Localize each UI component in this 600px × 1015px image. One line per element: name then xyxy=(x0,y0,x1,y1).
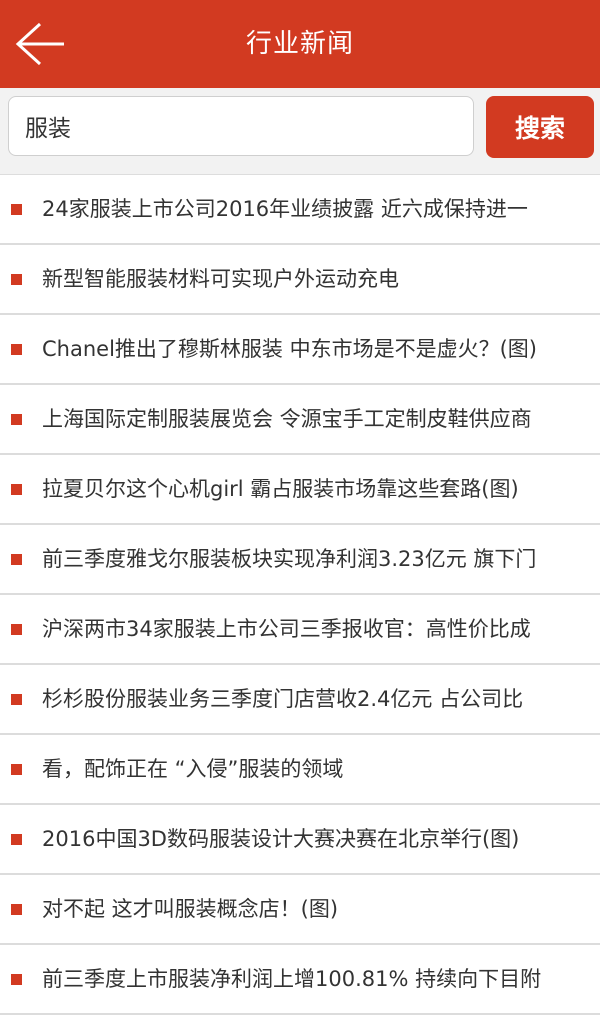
app-header: 行业新闻 xyxy=(0,0,600,88)
news-item[interactable]: 2016中国3D数码服装设计大赛决赛在北京举行(图) xyxy=(0,805,600,875)
square-bullet-icon xyxy=(11,904,22,915)
square-bullet-icon xyxy=(11,974,22,985)
news-title: 沪深两市34家服装上市公司三季报收官：高性价比成 xyxy=(42,617,531,641)
square-bullet-icon xyxy=(11,624,22,635)
square-bullet-icon xyxy=(11,274,22,285)
news-title: 新型智能服装材料可实现户外运动充电 xyxy=(42,267,399,291)
news-title: 前三季度雅戈尔服装板块实现净利润3.23亿元 旗下门 xyxy=(42,547,537,571)
news-title: 杉杉股份服装业务三季度门店营收2.4亿元 占公司比 xyxy=(42,687,524,711)
news-item[interactable]: 沪深两市34家服装上市公司三季报收官：高性价比成 xyxy=(0,595,600,665)
square-bullet-icon xyxy=(11,694,22,705)
news-title: 看，配饰正在 “入侵”服装的领域 xyxy=(42,757,344,781)
square-bullet-icon xyxy=(11,344,22,355)
news-item[interactable]: 杉杉股份服装业务三季度门店营收2.4亿元 占公司比 xyxy=(0,665,600,735)
page-title: 行业新闻 xyxy=(245,29,354,59)
back-button[interactable] xyxy=(14,22,66,66)
news-item[interactable]: 拉夏贝尔这个心机girl 霸占服装市场靠这些套路(图) xyxy=(0,455,600,525)
square-bullet-icon xyxy=(11,484,22,495)
search-bar: 搜索 xyxy=(0,88,600,175)
news-title: 上海国际定制服装展览会 令源宝手工定制皮鞋供应商 xyxy=(42,407,532,431)
news-list: 24家服装上市公司2016年业绩披露 近六成保持进一 新型智能服装材料可实现户外… xyxy=(0,175,600,1015)
news-title: 24家服装上市公司2016年业绩披露 近六成保持进一 xyxy=(42,197,528,221)
news-item[interactable]: 上海国际定制服装展览会 令源宝手工定制皮鞋供应商 xyxy=(0,385,600,455)
square-bullet-icon xyxy=(11,764,22,775)
square-bullet-icon xyxy=(11,554,22,565)
news-title: Chanel推出了穆斯林服装 中东市场是不是虚火？(图) xyxy=(42,337,537,361)
news-title: 前三季度上市服装净利润上增100.81% 持续向下目附 xyxy=(42,967,542,991)
news-title: 拉夏贝尔这个心机girl 霸占服装市场靠这些套路(图) xyxy=(42,477,519,501)
square-bullet-icon xyxy=(11,834,22,845)
news-item[interactable]: 24家服装上市公司2016年业绩披露 近六成保持进一 xyxy=(0,175,600,245)
arrow-left-icon xyxy=(15,22,64,66)
square-bullet-icon xyxy=(11,414,22,425)
news-item[interactable]: 前三季度上市服装净利润上增100.81% 持续向下目附 xyxy=(0,945,600,1015)
news-title: 对不起 这才叫服装概念店！(图) xyxy=(42,897,339,921)
search-input[interactable] xyxy=(8,96,474,156)
news-item[interactable]: Chanel推出了穆斯林服装 中东市场是不是虚火？(图) xyxy=(0,315,600,385)
news-item[interactable]: 前三季度雅戈尔服装板块实现净利润3.23亿元 旗下门 xyxy=(0,525,600,595)
news-item[interactable]: 看，配饰正在 “入侵”服装的领域 xyxy=(0,735,600,805)
square-bullet-icon xyxy=(11,204,22,215)
news-title: 2016中国3D数码服装设计大赛决赛在北京举行(图) xyxy=(42,827,520,851)
search-button[interactable]: 搜索 xyxy=(486,96,594,158)
news-item[interactable]: 新型智能服装材料可实现户外运动充电 xyxy=(0,245,600,315)
news-item[interactable]: 对不起 这才叫服装概念店！(图) xyxy=(0,875,600,945)
